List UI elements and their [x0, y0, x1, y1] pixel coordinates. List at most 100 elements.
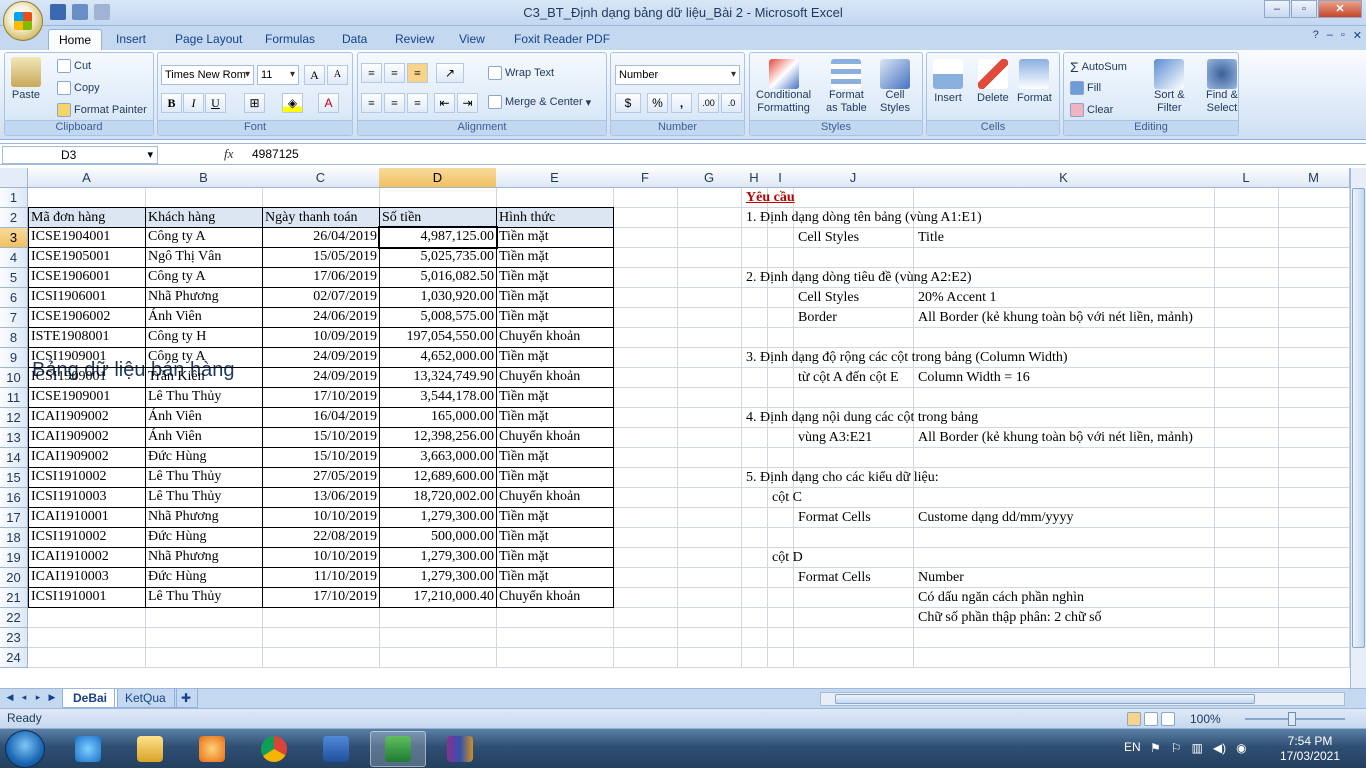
- table-cell-payment-method[interactable]: Chuyển khoản: [496, 367, 614, 388]
- tab-view[interactable]: View: [449, 29, 495, 50]
- req-item-2a-value[interactable]: 20% Accent 1: [916, 288, 999, 308]
- align-left-button[interactable]: ≡: [361, 93, 382, 113]
- req-item-3[interactable]: 3. Định dạng độ rộng các cột trong bảng …: [744, 348, 1070, 368]
- table-cell-order-id[interactable]: ICSI1910001: [28, 587, 146, 608]
- req-item-3-value[interactable]: Column Width = 16: [916, 368, 1032, 388]
- page-break-view-icon[interactable]: [1161, 712, 1175, 726]
- ie-taskbar-button[interactable]: [60, 731, 116, 767]
- row-header-22[interactable]: 22: [0, 608, 28, 628]
- table-cell-amount[interactable]: 5,016,082.50: [379, 267, 497, 288]
- format-painter-button[interactable]: Format Painter: [57, 103, 147, 117]
- cut-button[interactable]: Cut: [57, 59, 91, 73]
- font-size-select[interactable]: 11: [257, 65, 299, 85]
- row-header-17[interactable]: 17: [0, 508, 28, 528]
- minimize-button[interactable]: –: [1264, 0, 1290, 18]
- zoom-slider-thumb[interactable]: [1288, 712, 1296, 726]
- column-header-b[interactable]: B: [145, 168, 263, 188]
- table-cell-amount[interactable]: 12,398,256.00: [379, 427, 497, 448]
- req-item-5d-value-3[interactable]: Chữ số phần thập phân: 2 chữ số: [916, 608, 1104, 628]
- table-cell-amount[interactable]: 3,663,000.00: [379, 447, 497, 468]
- prev-sheet-icon[interactable]: ◂: [18, 692, 30, 706]
- column-header-m[interactable]: M: [1278, 168, 1350, 188]
- table-cell-customer[interactable]: Lê Thu Thủy: [145, 467, 263, 488]
- autosum-button[interactable]: Σ AutoSum: [1070, 59, 1127, 75]
- chrome-taskbar-button[interactable]: [246, 731, 302, 767]
- table-cell-order-id[interactable]: ICSE1905001: [28, 247, 146, 268]
- table-cell-payment-method[interactable]: Tiền mặt: [496, 227, 614, 248]
- bold-button[interactable]: B: [161, 93, 182, 113]
- table-cell-customer[interactable]: Lê Thu Thủy: [145, 387, 263, 408]
- word-taskbar-button[interactable]: [308, 731, 364, 767]
- table-cell-payment-date[interactable]: 17/10/2019: [262, 387, 380, 408]
- align-bottom-button[interactable]: ≡: [407, 63, 428, 83]
- row-header-6[interactable]: 6: [0, 288, 28, 308]
- sheet-tab-ketqua[interactable]: KetQua: [114, 689, 177, 708]
- underline-button[interactable]: U: [205, 93, 226, 113]
- table-cell-payment-method[interactable]: Tiền mặt: [496, 347, 614, 368]
- column-header-j[interactable]: J: [793, 168, 914, 188]
- table-cell-customer[interactable]: Đức Hùng: [145, 567, 263, 588]
- row-header-13[interactable]: 13: [0, 428, 28, 448]
- row-header-20[interactable]: 20: [0, 568, 28, 588]
- table-cell-payment-method[interactable]: Tiền mặt: [496, 387, 614, 408]
- table-cell-payment-date[interactable]: 02/07/2019: [262, 287, 380, 308]
- table-cell-customer[interactable]: Ánh Viên: [145, 427, 263, 448]
- name-box[interactable]: D3: [2, 146, 158, 164]
- table-cell-payment-date[interactable]: 24/09/2019: [262, 367, 380, 388]
- normal-view-icon[interactable]: [1127, 712, 1141, 726]
- table-cell-amount[interactable]: 1,279,300.00: [379, 567, 497, 588]
- req-item-2a-label[interactable]: Cell Styles: [796, 288, 861, 308]
- req-item-4-value[interactable]: All Border (kẻ khung toàn bộ với nét liề…: [916, 428, 1195, 448]
- table-cell-payment-date[interactable]: 10/10/2019: [262, 547, 380, 568]
- table-cell-amount[interactable]: 4,652,000.00: [379, 347, 497, 368]
- office-button[interactable]: [3, 1, 43, 41]
- table-cell-order-id[interactable]: ICSI1906001: [28, 287, 146, 308]
- table-cell-customer[interactable]: Nhã Phương: [145, 547, 263, 568]
- table-cell-customer[interactable]: Lê Thu Thủy: [145, 487, 263, 508]
- req-item-3-label[interactable]: từ cột A đến cột E: [796, 368, 901, 388]
- volume-icon[interactable]: ◀): [1213, 741, 1226, 755]
- flag-icon[interactable]: ⚐: [1171, 741, 1182, 755]
- table-cell-payment-method[interactable]: Tiền mặt: [496, 287, 614, 308]
- column-header-d[interactable]: D: [379, 168, 497, 188]
- table-cell-customer[interactable]: Đức Hùng: [145, 527, 263, 548]
- table-cell-payment-method[interactable]: Tiền mặt: [496, 447, 614, 468]
- table-cell-amount[interactable]: 3,544,178.00: [379, 387, 497, 408]
- req-item-1-label[interactable]: Cell Styles: [796, 228, 861, 248]
- requirements-heading[interactable]: Yêu cầu: [744, 188, 797, 208]
- table-cell-payment-date[interactable]: 24/09/2019: [262, 347, 380, 368]
- table-cell-payment-method[interactable]: Tiền mặt: [496, 267, 614, 288]
- tab-review[interactable]: Review: [385, 29, 444, 50]
- table-cell-payment-date[interactable]: 17/06/2019: [262, 267, 380, 288]
- select-all-corner[interactable]: [0, 168, 28, 188]
- wrap-text-button[interactable]: Wrap Text: [488, 66, 554, 80]
- table-cell-payment-date[interactable]: 11/10/2019: [262, 567, 380, 588]
- table-cell-amount[interactable]: 18,720,002.00: [379, 487, 497, 508]
- align-right-button[interactable]: ≡: [407, 93, 428, 113]
- table-cell-payment-date[interactable]: 15/10/2019: [262, 447, 380, 468]
- worksheet-grid[interactable]: ABCDEFGHIJKLM 1 2 3 4 5 6 7 8 9 10 11 12 13 14 15 16 17 1…: [0, 168, 1350, 688]
- first-sheet-icon[interactable]: ◀: [4, 692, 16, 706]
- table-cell-amount[interactable]: 500,000.00: [379, 527, 497, 548]
- header-cell-customer[interactable]: Khách hàng: [145, 207, 263, 228]
- table-cell-order-id[interactable]: ICSE1906001: [28, 267, 146, 288]
- table-cell-payment-date[interactable]: 15/05/2019: [262, 247, 380, 268]
- delete-cells-button[interactable]: Delete: [977, 59, 1009, 104]
- format-cells-button[interactable]: Format: [1017, 59, 1052, 104]
- table-cell-payment-method[interactable]: Tiền mặt: [496, 547, 614, 568]
- sheet-tab-debai[interactable]: DeBai: [62, 689, 119, 708]
- sort-filter-button[interactable]: Sort & Filter: [1154, 59, 1185, 115]
- increase-decimal-button[interactable]: .00: [698, 93, 719, 113]
- ribbon-close-button[interactable]: ✕: [1353, 29, 1362, 42]
- fill-color-button[interactable]: ◈: [282, 93, 303, 113]
- table-cell-order-id[interactable]: ISTE1908001: [28, 327, 146, 348]
- column-header-k[interactable]: K: [913, 168, 1215, 188]
- row-header-15[interactable]: 15: [0, 468, 28, 488]
- row-header-23[interactable]: 23: [0, 628, 28, 648]
- table-cell-amount[interactable]: 5,025,735.00: [379, 247, 497, 268]
- insert-function-button[interactable]: fx: [224, 146, 233, 162]
- table-cell-payment-date[interactable]: 26/04/2019: [262, 227, 380, 248]
- table-cell-amount[interactable]: 1,030,920.00: [379, 287, 497, 308]
- decrease-decimal-button[interactable]: .0: [721, 93, 742, 113]
- input-language[interactable]: EN: [1124, 740, 1141, 754]
